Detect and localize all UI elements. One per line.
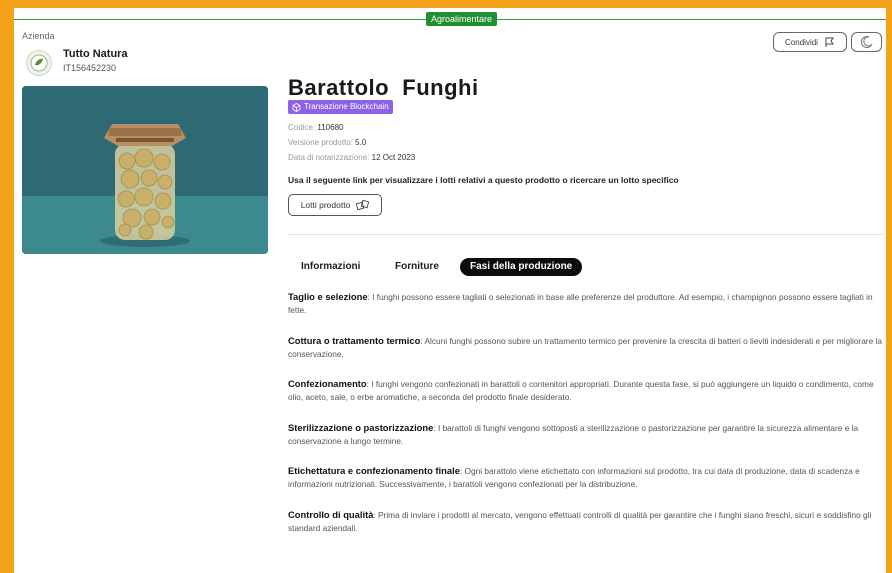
- lots-button[interactable]: Lotti prodotto: [288, 194, 382, 216]
- blockchain-label: Transazione Blockchain: [304, 102, 389, 111]
- company-vat: IT156452230: [63, 63, 117, 73]
- category-badge: Agroalimentare: [426, 12, 498, 26]
- lots-button-label: Lotti prodotto: [300, 200, 351, 210]
- tab-forniture[interactable]: Forniture: [395, 258, 439, 276]
- version-value: 5.0: [355, 138, 367, 147]
- notarization-line: Data di notarizzazione: 12 Oct 2023: [288, 153, 415, 162]
- phase-description: : I funghi possono essere tagliati o sel…: [288, 292, 873, 315]
- phase-item: Cottura o trattamento termico: Alcuni fu…: [288, 334, 884, 361]
- flag-icon: [825, 37, 834, 47]
- code-line: Codice: 110680: [288, 123, 343, 132]
- boxes-icon: [356, 199, 370, 211]
- phase-term: Etichettatura e confezionamento finale: [288, 465, 460, 476]
- moon-icon: [860, 36, 872, 49]
- tab-informazioni[interactable]: Informazioni: [301, 258, 360, 276]
- phase-term: Cottura o trattamento termico: [288, 335, 421, 346]
- code-label: Codice:: [288, 123, 316, 132]
- version-line: Versione prodotto: 5.0: [288, 138, 366, 147]
- version-label: Versione prodotto:: [288, 138, 353, 147]
- phase-item: Taglio e selezione: I funghi possono ess…: [288, 290, 884, 317]
- share-label: Condividi: [785, 37, 818, 47]
- phase-item: Sterilizzazione o pastorizzazione: I bar…: [288, 421, 884, 448]
- jar-illustration: [22, 86, 268, 254]
- code-value: 110680: [317, 123, 344, 132]
- section-divider: [288, 234, 884, 235]
- leaf-logo-icon: [30, 54, 48, 72]
- notarization-value: 12 Oct 2023: [371, 153, 416, 162]
- phase-term: Taglio e selezione: [288, 291, 368, 302]
- phase-term: Sterilizzazione o pastorizzazione: [288, 422, 434, 433]
- lots-instruction: Usa il seguente link per visualizzare i …: [288, 175, 679, 185]
- theme-toggle[interactable]: [851, 32, 882, 52]
- company-name: Tutto Natura: [63, 48, 128, 60]
- app-frame: Agroalimentare Azienda Tutto Natura IT15…: [14, 8, 886, 573]
- phase-description: : Prima di inviare i prodotti al mercato…: [288, 510, 872, 533]
- phase-term: Confezionamento: [288, 378, 367, 389]
- notarization-label: Data di notarizzazione:: [288, 153, 370, 162]
- phase-item: Confezionamento: I funghi vengono confez…: [288, 377, 884, 404]
- blockchain-badge[interactable]: Transazione Blockchain: [288, 100, 393, 114]
- company-logo: [26, 50, 52, 76]
- phase-description: : I funghi vengono confezionati in barat…: [288, 379, 874, 402]
- tab-fasi-produzione[interactable]: Fasi della produzione: [460, 258, 583, 276]
- share-button[interactable]: Condividi: [773, 32, 847, 52]
- phase-term: Controllo di qualità: [288, 509, 374, 520]
- company-caption: Azienda: [22, 31, 55, 41]
- phase-item: Controllo di qualità: Prima di inviare i…: [288, 508, 884, 535]
- product-image: [22, 86, 268, 254]
- product-title: Barattolo Funghi: [288, 75, 479, 100]
- cube-icon: [292, 102, 301, 112]
- phase-item: Etichettatura e confezionamento finale: …: [288, 464, 884, 491]
